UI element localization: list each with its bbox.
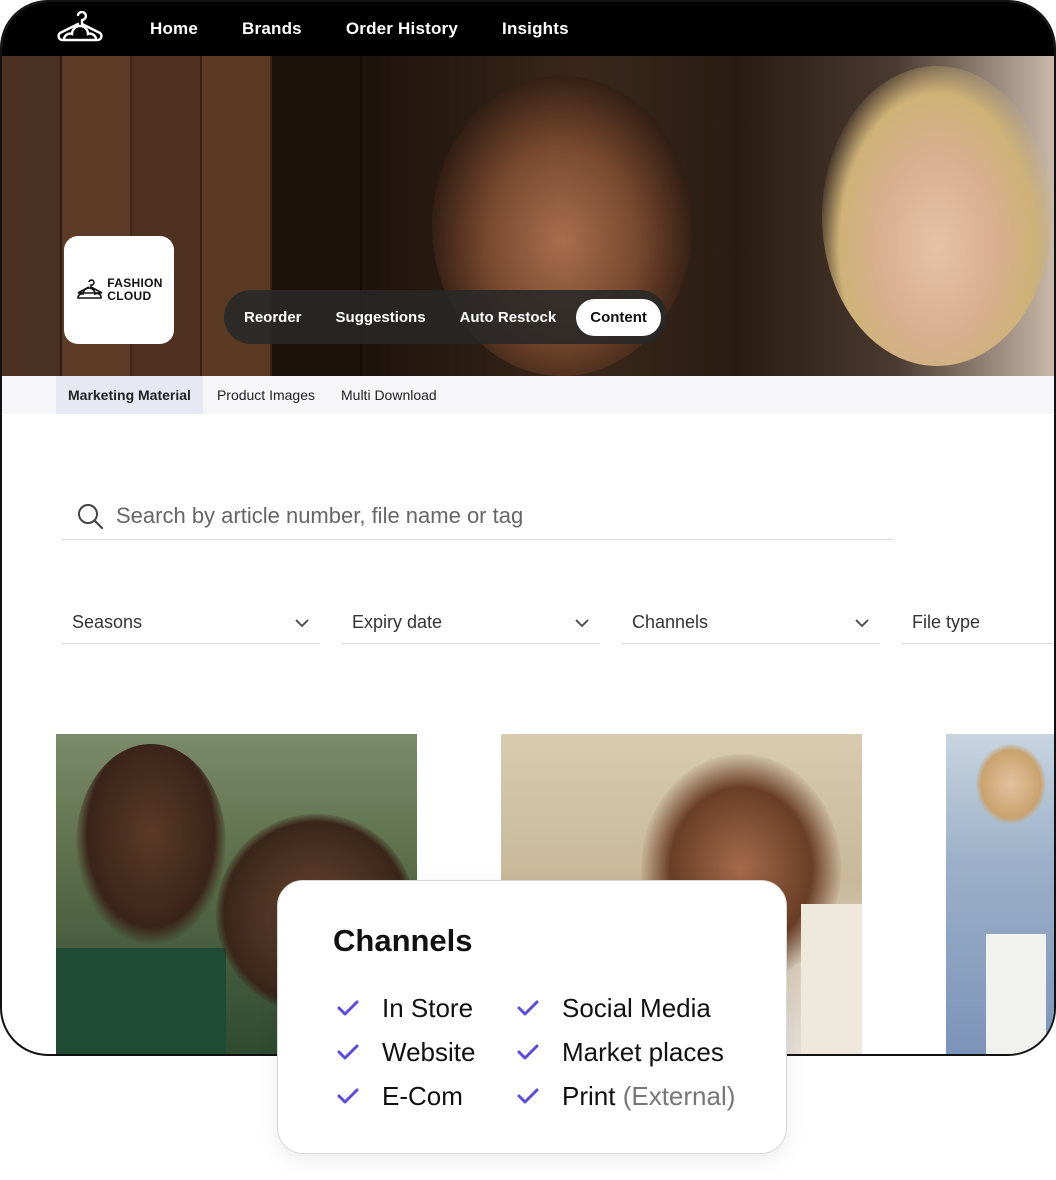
filter-label: Expiry date xyxy=(352,612,443,632)
channel-label: Market places xyxy=(562,1036,724,1067)
nav-home[interactable]: Home xyxy=(150,19,198,39)
search-input[interactable] xyxy=(116,502,876,529)
subtab-multi-download[interactable]: Multi Download xyxy=(329,376,449,414)
wood-plank xyxy=(2,56,62,376)
tab-suggestions[interactable]: Suggestions xyxy=(322,299,440,336)
channel-suffix: (External) xyxy=(622,1080,736,1111)
filter-label: Channels xyxy=(632,612,709,632)
channel-label: Website xyxy=(382,1036,476,1067)
filter-expiry-date[interactable]: Expiry date xyxy=(342,602,600,644)
check-icon xyxy=(517,1044,539,1060)
section-tabs: Reorder Suggestions Auto Restock Content xyxy=(224,290,667,344)
check-icon xyxy=(337,1088,359,1104)
model-figure xyxy=(76,744,226,944)
trousers-shape xyxy=(986,934,1046,1054)
hanger-icon[interactable] xyxy=(56,11,104,45)
channel-label: In Store xyxy=(382,992,474,1023)
chevron-down-icon xyxy=(855,618,869,627)
hero-banner: FASHION CLOUD Reorder Suggestions Auto R… xyxy=(2,56,1054,376)
cloud-hanger-icon xyxy=(77,279,103,299)
tab-content[interactable]: Content xyxy=(576,298,661,336)
channel-option-social-media[interactable]: Social Media xyxy=(516,993,736,1023)
model-photo-right xyxy=(822,66,1052,366)
content-subtabs: Marketing Material Product Images Multi … xyxy=(2,376,1054,414)
nav-brands[interactable]: Brands xyxy=(242,19,302,39)
channels-list: In Store Social Media Website Market pla… xyxy=(336,993,736,1111)
brand-logo-card[interactable]: FASHION CLOUD xyxy=(64,236,174,344)
popup-title: Channels xyxy=(333,923,473,958)
nav-order-history[interactable]: Order History xyxy=(346,19,458,39)
brand-name-line2: CLOUD xyxy=(107,289,152,303)
nav-insights[interactable]: Insights xyxy=(502,19,569,39)
channel-label: E-Com xyxy=(382,1080,463,1111)
filter-channels[interactable]: Channels xyxy=(622,602,880,644)
channel-label: Social Media xyxy=(562,992,711,1023)
sweater-shape xyxy=(56,948,226,1054)
tab-reorder[interactable]: Reorder xyxy=(230,299,316,336)
filter-label: Seasons xyxy=(72,612,143,632)
channel-option-print[interactable]: Print (External) xyxy=(516,1081,736,1111)
channel-option-market-places[interactable]: Market places xyxy=(516,1037,736,1067)
model-figure xyxy=(976,744,1046,824)
check-icon xyxy=(337,1044,359,1060)
tab-auto-restock[interactable]: Auto Restock xyxy=(446,299,571,336)
check-icon xyxy=(517,1000,539,1016)
subtab-product-images[interactable]: Product Images xyxy=(205,376,327,414)
channel-option-in-store[interactable]: In Store xyxy=(336,993,516,1023)
subtab-marketing-material[interactable]: Marketing Material xyxy=(56,376,203,414)
check-icon xyxy=(517,1088,539,1104)
channel-label: Print xyxy=(562,1080,616,1111)
search-bar xyxy=(62,492,894,540)
filter-seasons[interactable]: Seasons xyxy=(62,602,320,644)
content-thumbnail[interactable] xyxy=(946,734,1054,1054)
filter-label: File type xyxy=(912,612,981,632)
search-icon xyxy=(78,503,104,529)
channel-option-website[interactable]: Website xyxy=(336,1037,516,1067)
filter-row: Seasons Expiry date Channels File type xyxy=(62,602,1054,644)
filter-file-type[interactable]: File type xyxy=(902,602,1054,644)
chevron-down-icon xyxy=(575,618,589,627)
vest-shape xyxy=(801,904,862,1054)
check-icon xyxy=(337,1000,359,1016)
channels-popup: Channels In Store Social Media Website M… xyxy=(277,880,787,1154)
chevron-down-icon xyxy=(295,618,309,627)
channel-option-e-com[interactable]: E-Com xyxy=(336,1081,516,1111)
top-navigation: Home Brands Order History Insights xyxy=(2,2,1054,56)
